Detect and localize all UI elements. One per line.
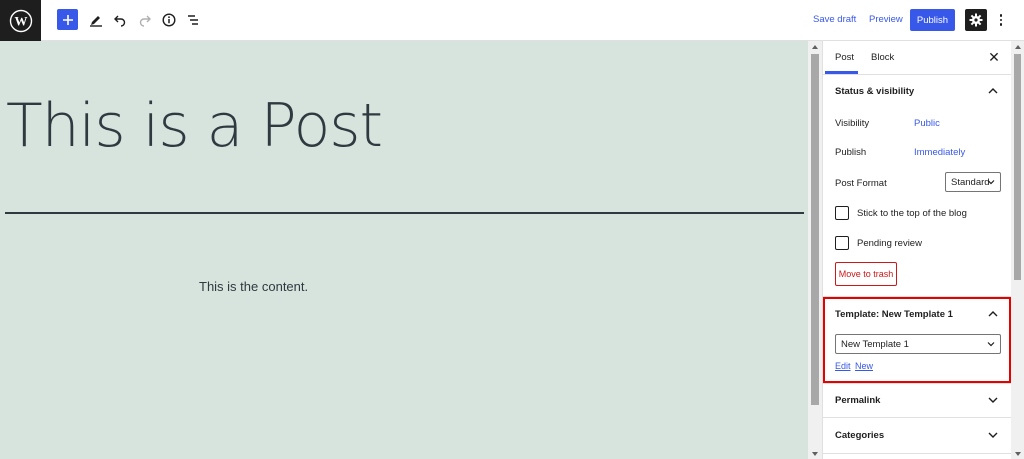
settings-button[interactable]	[965, 9, 987, 31]
status-panel-title[interactable]: Status & visibility	[835, 86, 914, 97]
settings-sidebar: Post Block ✕ Status & visibility Visibil…	[822, 41, 1012, 459]
svg-text:W: W	[14, 13, 27, 28]
editor-canvas: This is a Post This is the content.	[0, 41, 808, 459]
panel-divider	[823, 383, 1012, 384]
tab-block[interactable]: Block	[871, 52, 894, 63]
separator-block[interactable]	[5, 212, 804, 214]
gear-icon	[969, 13, 983, 27]
visibility-toggle[interactable]: Public	[914, 118, 940, 129]
template-select-value: New Template 1	[841, 338, 909, 350]
active-tab-indicator	[825, 71, 858, 74]
sidebar-scrollbar[interactable]	[1011, 41, 1024, 459]
undo-button[interactable]	[109, 9, 131, 31]
list-view-icon	[188, 15, 198, 25]
more-options-button[interactable]	[995, 11, 1007, 29]
post-format-label: Post Format	[835, 178, 887, 189]
categories-panel-title[interactable]: Categories	[835, 430, 884, 441]
move-to-trash-button[interactable]: Move to trash	[835, 262, 897, 286]
tools-button[interactable]	[85, 9, 107, 31]
redo-icon	[139, 15, 151, 27]
visibility-label: Visibility	[835, 118, 870, 129]
scroll-down-icon[interactable]	[1014, 452, 1021, 456]
preview-button[interactable]: Preview	[869, 14, 903, 25]
scroll-up-icon[interactable]	[812, 45, 818, 49]
post-format-select[interactable]: Standard	[945, 172, 1001, 192]
editor-header: W Save draft Preview Publish	[0, 0, 1024, 41]
undo-icon	[114, 15, 126, 27]
publish-date-toggle[interactable]: Immediately	[914, 147, 965, 158]
post-format-value: Standard	[951, 176, 990, 188]
paragraph-block[interactable]: This is the content.	[199, 279, 308, 294]
chevron-down-icon[interactable]	[986, 393, 1000, 407]
more-vertical-icon	[999, 14, 1003, 17]
sidebar-tabs: Post Block ✕	[823, 41, 1012, 75]
publish-label: Publish	[835, 147, 867, 158]
info-icon	[162, 13, 176, 27]
edit-template-link[interactable]: Edit	[835, 361, 851, 371]
pencil-icon	[90, 16, 102, 27]
scrollbar-thumb[interactable]	[811, 54, 819, 405]
canvas-scrollbar[interactable]	[808, 41, 822, 459]
scrollbar-thumb[interactable]	[1014, 54, 1021, 280]
chevron-down-icon	[987, 342, 995, 347]
scroll-down-icon[interactable]	[812, 452, 818, 456]
add-block-button[interactable]	[57, 9, 78, 30]
stick-to-top-label[interactable]: Stick to the top of the blog	[857, 208, 967, 219]
post-title[interactable]: This is a Post	[6, 91, 383, 161]
plus-icon	[62, 14, 73, 25]
chevron-down-icon[interactable]	[986, 428, 1000, 442]
publish-button[interactable]: Publish	[910, 9, 955, 31]
new-template-link[interactable]: New	[855, 361, 873, 371]
wordpress-logo-icon[interactable]: W	[0, 0, 41, 41]
pending-review-checkbox[interactable]	[835, 236, 849, 250]
chevron-up-icon[interactable]	[986, 307, 1000, 321]
chevron-up-icon[interactable]	[986, 84, 1000, 98]
permalink-panel-title[interactable]: Permalink	[835, 395, 880, 406]
scroll-up-icon[interactable]	[1014, 45, 1021, 49]
list-view-button[interactable]	[182, 9, 204, 31]
panel-divider	[823, 453, 1012, 454]
save-draft-button[interactable]: Save draft	[813, 14, 856, 25]
stick-to-top-checkbox[interactable]	[835, 206, 849, 220]
pending-review-label[interactable]: Pending review	[857, 238, 922, 249]
template-panel-title[interactable]: Template: New Template 1	[835, 309, 953, 320]
tab-post[interactable]: Post	[835, 52, 854, 63]
close-icon[interactable]: ✕	[986, 49, 1002, 65]
redo-button[interactable]	[134, 9, 156, 31]
chevron-down-icon	[987, 180, 995, 185]
template-select[interactable]: New Template 1	[835, 334, 1001, 354]
details-button[interactable]	[158, 9, 180, 31]
panel-divider	[823, 417, 1012, 418]
